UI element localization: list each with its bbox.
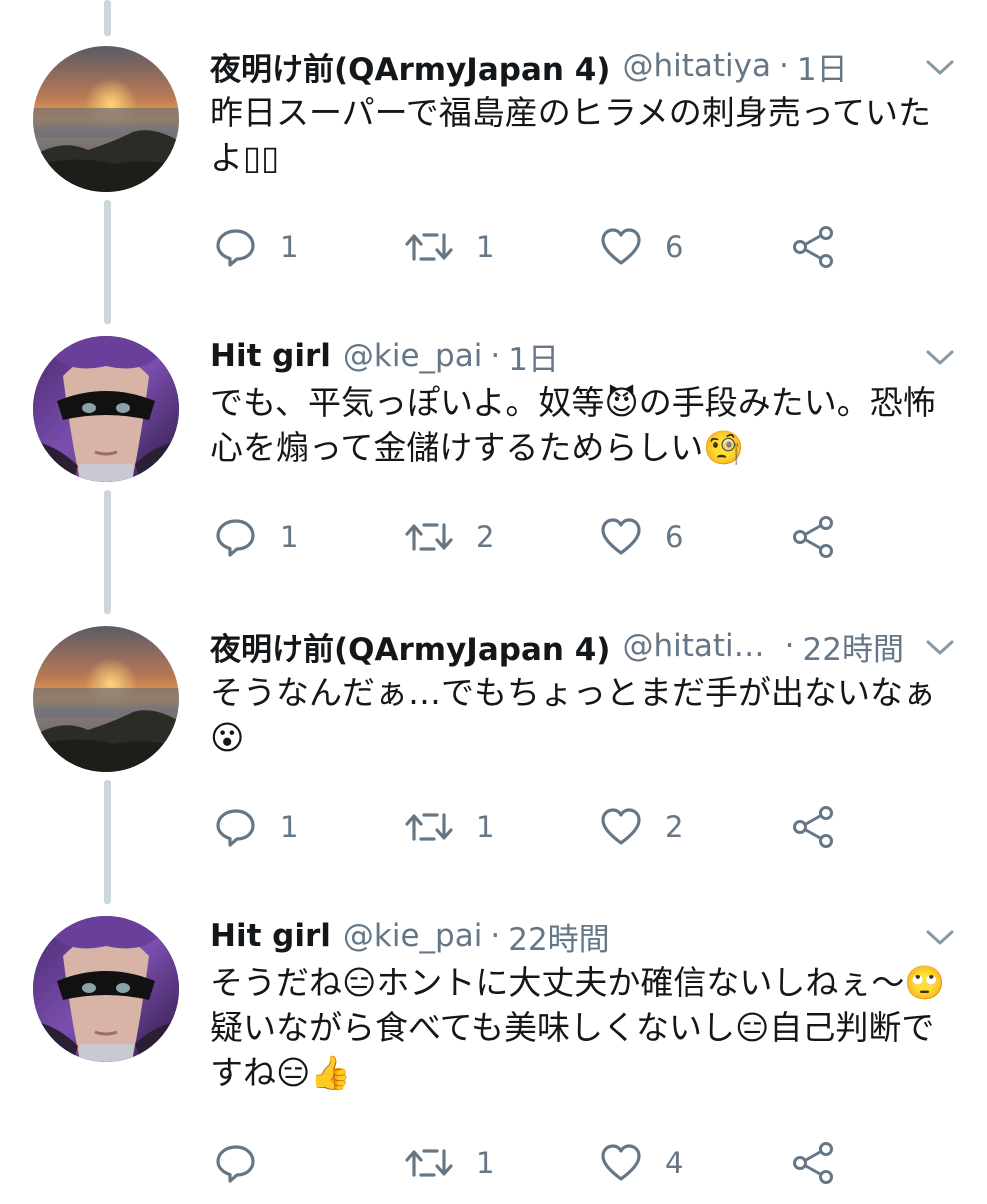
tweet-header: 夜明け前(QArmyJapan 4) @hitatiya · 1日 — [210, 44, 848, 88]
retweet-icon — [405, 813, 453, 841]
heart-icon — [601, 228, 641, 265]
tweet-text: でも、平気っぽいよ。奴等😈の手段みたい。恐怖心を煽って金儲けするためらしい🧐 — [210, 383, 936, 467]
retweet-count: 2 — [476, 520, 495, 554]
like-button[interactable]: 6 — [599, 512, 683, 562]
separator-dot: · — [779, 48, 789, 84]
user-handle[interactable]: @kie_pai — [343, 918, 482, 954]
display-name[interactable]: 夜明け前(QArmyJapan 4) — [210, 624, 610, 669]
share-icon — [793, 1142, 833, 1184]
reply-count: 1 — [280, 520, 299, 554]
timestamp[interactable]: 22時間 — [803, 624, 904, 669]
thread-line — [104, 0, 111, 36]
avatar[interactable] — [33, 916, 179, 1062]
tweet-header: Hit girl @kie_pai · 22時間 — [210, 914, 610, 958]
retweet-button[interactable]: 1 — [404, 222, 494, 272]
share-button[interactable] — [792, 802, 836, 852]
tweet-actions: 1 4 — [214, 1138, 854, 1188]
retweet-count: 1 — [476, 1146, 495, 1180]
like-count: 6 — [665, 520, 684, 554]
chevron-down-icon[interactable] — [925, 638, 955, 658]
share-icon — [793, 516, 833, 558]
share-button[interactable] — [792, 222, 836, 272]
like-count: 2 — [665, 810, 684, 844]
retweet-button[interactable]: 1 — [404, 1138, 494, 1188]
share-icon — [793, 806, 833, 848]
user-handle[interactable]: @hitatiya — [622, 48, 771, 84]
retweet-count: 1 — [476, 230, 495, 264]
heart-icon — [601, 808, 641, 845]
retweet-count: 1 — [476, 810, 495, 844]
chevron-down-icon[interactable] — [925, 58, 955, 78]
tweet-actions: 1 2 6 — [214, 512, 854, 562]
retweet-icon — [405, 233, 453, 261]
tweet[interactable]: Hit girl @kie_pai · 22時間 そうだね😑ホントに大丈夫か確信… — [0, 914, 987, 1204]
display-name[interactable]: Hit girl — [210, 918, 331, 954]
reply-button[interactable]: 1 — [214, 512, 298, 562]
heart-icon — [601, 1144, 641, 1181]
reply-icon — [216, 519, 255, 557]
timestamp[interactable]: 1日 — [797, 44, 848, 89]
tweet-actions: 1 1 6 — [214, 222, 854, 272]
user-handle[interactable]: @hitati… — [622, 628, 764, 664]
reply-icon — [216, 809, 255, 847]
avatar[interactable] — [33, 626, 179, 772]
share-icon — [793, 226, 833, 268]
user-handle[interactable]: @kie_pai — [343, 338, 482, 374]
tweet[interactable]: Hit girl @kie_pai · 1日 でも、平気っぽいよ。奴等😈の手段み… — [0, 334, 987, 624]
tweet-header: Hit girl @kie_pai · 1日 — [210, 334, 559, 378]
retweet-icon — [405, 523, 453, 551]
display-name[interactable]: 夜明け前(QArmyJapan 4) — [210, 44, 610, 89]
reply-count: 1 — [280, 230, 299, 264]
like-count: 4 — [665, 1146, 684, 1180]
tweet-text: そうだね😑ホントに大丈夫か確信ないしねぇ〜🙄疑いながら食べても美味しくないし😑自… — [210, 963, 946, 1092]
heart-icon — [601, 518, 641, 555]
tweet[interactable]: 夜明け前(QArmyJapan 4) @hitatiya · 1日 昨日スーパー… — [0, 44, 987, 334]
timestamp[interactable]: 22時間 — [508, 914, 609, 959]
like-count: 6 — [665, 230, 684, 264]
avatar[interactable] — [33, 336, 179, 482]
tweet[interactable]: 夜明け前(QArmyJapan 4) @hitati… · 22時間 そうなんだ… — [0, 624, 987, 914]
reply-button[interactable] — [214, 1138, 280, 1188]
chevron-down-icon[interactable] — [925, 348, 955, 368]
separator-dot: · — [784, 628, 795, 664]
tweet-actions: 1 1 2 — [214, 802, 854, 852]
share-button[interactable] — [792, 1138, 836, 1188]
reply-button[interactable]: 1 — [214, 802, 298, 852]
reply-button[interactable]: 1 — [214, 222, 298, 272]
like-button[interactable]: 4 — [599, 1138, 683, 1188]
reply-icon — [216, 229, 255, 267]
retweet-button[interactable]: 1 — [404, 802, 494, 852]
share-button[interactable] — [792, 512, 836, 562]
tweet-header: 夜明け前(QArmyJapan 4) @hitati… · 22時間 — [210, 624, 904, 668]
reply-count: 1 — [280, 810, 299, 844]
retweet-button[interactable]: 2 — [404, 512, 494, 562]
like-button[interactable]: 6 — [599, 222, 683, 272]
chevron-down-icon[interactable] — [925, 928, 955, 948]
display-name[interactable]: Hit girl — [210, 338, 331, 374]
separator-dot: · — [490, 918, 501, 954]
like-button[interactable]: 2 — [599, 802, 683, 852]
separator-dot: · — [490, 338, 501, 374]
timestamp[interactable]: 1日 — [508, 334, 559, 379]
avatar[interactable] — [33, 46, 179, 192]
tweet-text: 昨日スーパーで福島産のヒラメの刺身売っていたよ▯▯ — [210, 93, 932, 177]
tweet-text: そうなんだぁ…でもちょっとまだ手が出ないなぁ😮 — [210, 673, 936, 757]
reply-icon — [216, 1145, 255, 1183]
retweet-icon — [405, 1149, 453, 1177]
